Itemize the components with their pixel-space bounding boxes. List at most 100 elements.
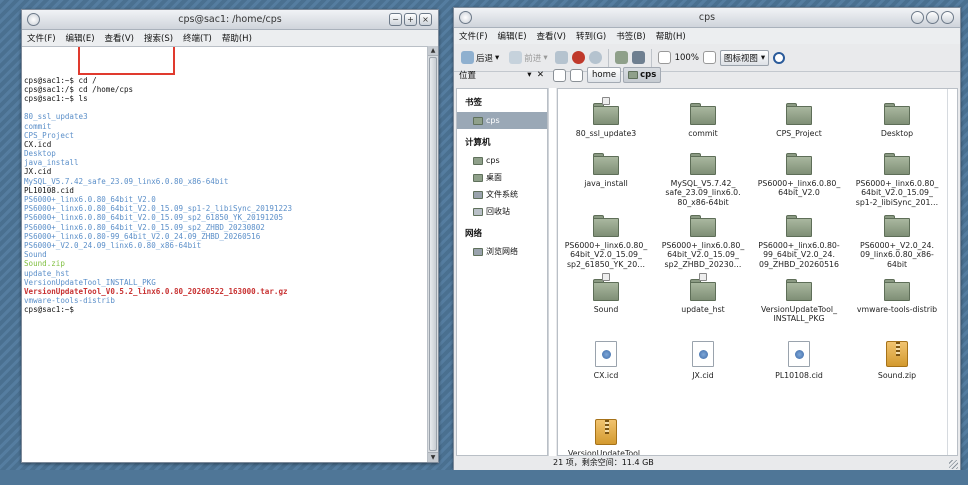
folder-item[interactable]: 80_ssl_update3	[558, 97, 654, 138]
fm-menu-item-0[interactable]: 文件(F)	[459, 30, 488, 42]
terminal-menu-item-2[interactable]: 查看(V)	[105, 32, 134, 44]
folder-item[interactable]: update_hst	[655, 273, 751, 314]
fm-titlebar[interactable]: cps	[454, 8, 960, 28]
folder-item[interactable]: java_install	[558, 153, 654, 188]
breadcrumb-cps[interactable]: cps	[623, 67, 662, 83]
computer-icon[interactable]	[631, 51, 645, 64]
fm-menu-item-5[interactable]: 帮助(H)	[656, 30, 686, 42]
folder-item[interactable]: Sound	[558, 273, 654, 314]
folder-item[interactable]: PS6000+_linx6.0.80- 99_64bit_V2.0_24. 09…	[751, 215, 847, 269]
folder-item[interactable]: PS6000+_linx6.0.80_ 64bit_V2.0_15.09_ sp…	[849, 153, 945, 207]
network-icon	[473, 247, 483, 256]
terminal-window-icon[interactable]	[27, 13, 40, 26]
terminal-menu-item-3[interactable]: 搜索(S)	[144, 32, 173, 44]
terminal-titlebar[interactable]: cps@sac1: /home/cps − + ×	[22, 10, 438, 30]
sidebar-pane-divider[interactable]	[548, 88, 556, 456]
maximize-button[interactable]: +	[404, 13, 417, 26]
zoom-out-icon[interactable]	[657, 51, 671, 64]
minimize-button[interactable]: −	[389, 13, 402, 26]
item-label: PS6000+_linx6.0.80_ 64bit_V2.0	[757, 179, 841, 198]
item-label: CPS_Project	[776, 129, 822, 138]
folder-icon	[593, 215, 619, 237]
terminal-line: Desktop	[24, 149, 56, 159]
scroll-down-icon[interactable]: ▼	[428, 452, 438, 462]
terminal-scrollbar[interactable]: ▲ ▼	[427, 46, 438, 462]
folder-item[interactable]: PS6000+_linx6.0.80_ 64bit_V2.0_15.09_ sp…	[558, 215, 654, 269]
terminal-menu-item-1[interactable]: 编辑(E)	[66, 32, 95, 44]
reload-icon[interactable]	[588, 51, 602, 64]
home-folder-icon[interactable]	[614, 51, 628, 64]
maximize-button[interactable]	[926, 11, 939, 24]
lock-emblem-icon	[602, 273, 610, 281]
zoom-level: 100%	[674, 52, 699, 63]
archive-icon	[595, 419, 617, 445]
forward-arrow-icon	[509, 51, 523, 64]
file-manager-window[interactable]: cps 文件(F) 编辑(E) 查看(V) 转到(G) 书签(B) 帮助(H) 后退 ▾ 前…	[453, 7, 961, 471]
breadcrumb-home[interactable]: home	[587, 67, 622, 83]
edit-location-icon[interactable]	[553, 68, 566, 82]
item-label: PS6000+_linx6.0.80_ 64bit_V2.0_15.09_ sp…	[564, 241, 648, 269]
up-arrow-icon[interactable]	[554, 51, 568, 64]
folder-item[interactable]: commit	[655, 103, 751, 138]
terminal-line: java_install	[24, 158, 79, 168]
close-button[interactable]: ×	[419, 13, 432, 26]
terminal-line: cps@sac1:~$ ls	[24, 93, 88, 103]
folder-item[interactable]: vmware-tools-distrib	[849, 279, 945, 314]
item-label: VersionUpdateTool_ INSTALL_PKG	[761, 305, 837, 324]
file-item[interactable]: PL10108.cid	[751, 341, 847, 380]
terminal-line: VersionUpdateTool_INSTALL_PKG	[24, 277, 156, 287]
terminal-menu-item-5[interactable]: 帮助(H)	[222, 32, 252, 44]
fm-menu-item-2[interactable]: 查看(V)	[537, 30, 566, 42]
folder-item[interactable]: CPS_Project	[751, 103, 847, 138]
file-icon-view[interactable]: 80_ssl_update3 commit CPS_Project Desktop ja…	[557, 88, 958, 456]
folder-item[interactable]: VersionUpdateTool_ INSTALL_PKG	[751, 279, 847, 324]
file-item[interactable]: CX.icd	[558, 341, 654, 380]
side-pane-selector[interactable]: 位置 ▾ ✕	[454, 66, 549, 84]
sidebar-item-bookmark-cps[interactable]: cps	[457, 112, 547, 129]
folder-item[interactable]: Desktop	[849, 103, 945, 138]
stop-icon[interactable]	[571, 51, 585, 64]
fm-window-icon[interactable]	[459, 11, 472, 24]
lock-emblem-icon	[699, 273, 707, 281]
sidebar-item-cps[interactable]: cps	[457, 152, 547, 169]
file-item[interactable]: Sound.zip	[849, 341, 945, 380]
terminal-menu-item-0[interactable]: 文件(F)	[27, 32, 56, 44]
item-label: PL10108.cid	[775, 371, 823, 380]
path-left-arrow-icon[interactable]	[570, 68, 583, 82]
terminal-menu-item-4[interactable]: 终端(T)	[183, 32, 212, 44]
folder-icon	[884, 103, 910, 125]
folder-item[interactable]: PS6000+_V2.0_24. 09_linx6.0.80_x86- 64bi…	[849, 215, 945, 269]
resize-grip-icon[interactable]	[949, 460, 958, 469]
terminal-line: CX.icd	[24, 139, 52, 149]
file-item[interactable]: JX.cid	[655, 341, 751, 380]
minimize-button[interactable]	[911, 11, 924, 24]
document-icon	[788, 341, 810, 367]
folder-item[interactable]: MySQL_V5.7.42_ safe_23.09_linx6.0. 80_x8…	[655, 153, 751, 207]
folder-item[interactable]: PS6000+_linx6.0.80_ 64bit_V2.0_15.09_ sp…	[655, 215, 751, 269]
folder-icon	[628, 71, 639, 79]
folder-item[interactable]: PS6000+_linx6.0.80_ 64bit_V2.0	[751, 153, 847, 198]
folder-icon	[884, 215, 910, 237]
sidebar-item-trash[interactable]: 回收站	[457, 203, 547, 220]
terminal-window[interactable]: cps@sac1: /home/cps − + × 文件(F) 编辑(E) 查看(V…	[21, 9, 439, 463]
sidebar-item-browse-network[interactable]: 浏览网络	[457, 243, 547, 260]
terminal-output[interactable]: cps@sac1:~$ cd / cps@sac1:/$ cd /home/cps…	[22, 46, 427, 462]
search-icon[interactable]	[773, 51, 786, 64]
sidebar-head-computer: 计算机	[465, 138, 491, 148]
folder-icon	[786, 153, 812, 175]
scroll-up-icon[interactable]: ▲	[428, 46, 438, 56]
fm-menu-item-4[interactable]: 书签(B)	[616, 30, 645, 42]
terminal-line: commit	[24, 121, 52, 131]
scrollbar-thumb[interactable]	[429, 57, 437, 451]
fm-menu-item-3[interactable]: 转到(G)	[576, 30, 606, 42]
sidebar-item-desktop[interactable]: 桌面	[457, 169, 547, 186]
file-item[interactable]: VersionUpdateTool_ V0.5.2_linx6.0.80_ 20…	[558, 419, 654, 455]
close-button[interactable]	[941, 11, 954, 24]
zoom-in-icon[interactable]	[702, 51, 716, 64]
terminal-line: CPS_Project	[24, 130, 74, 140]
content-scrollbar[interactable]	[947, 89, 957, 455]
fm-menu-item-1[interactable]: 编辑(E)	[498, 30, 527, 42]
terminal-line: Sound.zip	[24, 259, 65, 269]
sidebar-item-filesystem[interactable]: 文件系统	[457, 186, 547, 203]
